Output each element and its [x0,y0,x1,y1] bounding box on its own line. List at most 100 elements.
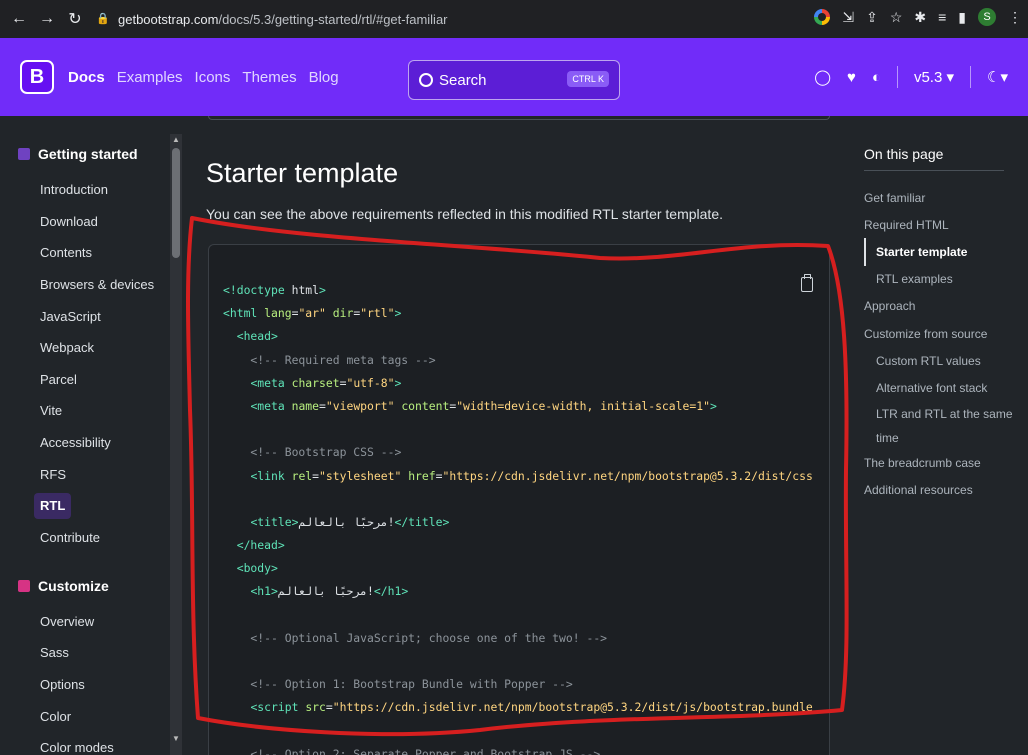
theme-toggle-moon-icon[interactable]: ☾▾ [987,68,1008,86]
code-line: <meta charset="utf-8"> [250,375,402,390]
search-label: Search [439,71,487,89]
profile-avatar[interactable]: S [978,8,996,26]
address-bar[interactable]: 🔒 getbootstrap.com/docs/5.3/getting-star… [96,6,796,32]
side-panel-icon[interactable]: ▮ [958,9,966,26]
nav-docs[interactable]: Docs [68,69,105,86]
extensions-puzzle-icon[interactable]: ✱ [914,9,926,26]
previous-code-box [208,116,830,120]
sidebar-scrollbar[interactable]: ▲ ▼ [170,134,182,755]
code-line: <meta name="viewport" content="width=dev… [250,398,717,413]
code-line: <body> [236,561,278,576]
page-section-title: Starter template [206,158,399,188]
version-dropdown[interactable]: v5.3 ▾ [914,68,954,86]
sidebar-item-download[interactable]: Download [34,206,182,238]
toc-link-alternative-font-stack[interactable]: Alternative font stack [864,374,1014,401]
search-icon [419,73,433,87]
bootstrap-logo[interactable]: B [20,60,54,94]
sidebar-item-javascript[interactable]: JavaScript [34,300,182,332]
bookmark-star-icon[interactable]: ☆ [890,9,903,26]
sidebar-group-getting-started[interactable]: Getting started [18,146,182,162]
sidebar-item-rtl[interactable]: RTL [34,492,72,519]
code-line: <!doctype html> [223,283,326,297]
code-block: <!doctype html> <html lang="ar" dir="rtl"… [208,244,830,755]
code-line: <!-- Option 1: Bootstrap Bundle with Pop… [223,677,573,692]
code-line: <!-- Optional JavaScript; choose one of … [223,630,608,645]
toc-link-additional-resources[interactable]: Additional resources [864,477,1014,504]
code-line: <h1>مرحبًا بالعالم!</h1> [250,584,409,599]
code-content: <!doctype html> <html lang="ar" dir="rtl"… [223,279,813,755]
sidebar-item-color[interactable]: Color [34,700,182,732]
sidebar-item-vite[interactable]: Vite [34,395,182,427]
scroll-up-icon[interactable]: ▲ [172,136,180,144]
code-line: <link rel="stylesheet" href="https://cdn… [250,468,813,483]
sidebar-item-introduction[interactable]: Introduction [34,174,182,206]
forward-arrow-icon[interactable]: → [36,8,58,30]
url-path: /docs/5.3/getting-started/rtl/#get-famil… [218,11,448,27]
back-arrow-icon[interactable]: ← [8,8,30,30]
opencollective-icon[interactable]: ◐ [872,69,881,86]
sidebar-item-sass[interactable]: Sass [34,637,182,669]
toc-link-rtl-examples[interactable]: RTL examples [864,266,1014,293]
code-line: </head> [236,538,285,553]
sidebar-item-overview[interactable]: Overview [34,606,182,638]
sidebar-item-options[interactable]: Options [34,669,182,701]
site-navbar: B Docs Examples Icons Themes Blog Search… [0,38,1028,116]
lock-icon: 🔒 [96,13,110,25]
sidebar-item-webpack[interactable]: Webpack [34,332,182,364]
chrome-menu-icon[interactable]: ⋮ [1008,9,1022,26]
search-button[interactable]: Search CTRL K [408,60,620,100]
sidebar-item-color-modes[interactable]: Color modes [34,732,182,755]
section-description: You can see the above requirements refle… [206,206,723,222]
sidebar-item-accessibility[interactable]: Accessibility [34,427,182,459]
sidebar-item-browsers-devices[interactable]: Browsers & devices [34,269,182,301]
search-shortcut: CTRL K [567,71,609,87]
share-icon[interactable]: ⇪ [866,9,878,26]
navbar-divider [970,66,972,88]
sidebar-item-contribute[interactable]: Contribute [34,522,182,554]
nav-themes[interactable]: Themes [242,69,296,86]
reading-list-icon[interactable]: ≡ [938,9,946,25]
toc-link-approach[interactable]: Approach [864,293,1014,320]
palette-icon [18,579,30,592]
toc-link-required-html[interactable]: Required HTML [864,211,1014,238]
install-icon[interactable]: ⇲ [842,9,854,26]
toc-title: On this page [864,146,944,162]
scrollbar-thumb[interactable] [172,148,180,258]
sidebar-item-rfs[interactable]: RFS [34,458,182,490]
github-icon[interactable]: ◯ [814,68,831,86]
toc-link-customize-from-source[interactable]: Customize from source [864,320,1014,347]
nav-blog[interactable]: Blog [309,69,339,86]
code-line: <!-- Bootstrap CSS --> [223,445,402,460]
reload-icon[interactable]: ↻ [64,8,86,30]
code-line: <!-- Required meta tags --> [223,352,436,367]
code-line: <!-- Option 2: Separate Popper and Boots… [223,746,601,755]
browser-toolbar: ← → ↻ 🔒 getbootstrap.com/docs/5.3/gettin… [0,0,1028,38]
google-lens-icon[interactable] [814,9,831,25]
main-content: Starter template You can see the above r… [182,116,850,755]
toc-divider [864,170,1004,171]
url-host: getbootstrap.com [118,11,219,27]
nav-icons[interactable]: Icons [195,69,231,86]
toc-link-starter-template[interactable]: Starter template [864,238,1014,266]
toc-link-custom-rtl-values[interactable]: Custom RTL values [864,347,1014,374]
code-line: <title>مرحبًا بالعالم!</title> [250,514,450,529]
book-icon [18,148,30,160]
sidebar-item-contents[interactable]: Contents [34,237,182,269]
nav-examples[interactable]: Examples [117,69,183,86]
twitter-icon[interactable]: ♥ [847,69,856,86]
code-line: <html lang="ar" dir="rtl"> [223,306,402,321]
sidebar-group-customize[interactable]: Customize [18,578,182,594]
toc-link-ltr-and-rtl-at-the-same-time[interactable]: LTR and RTL at the same time [864,402,1014,450]
scroll-down-icon[interactable]: ▼ [172,735,180,743]
toc-link-the-breadcrumb-case[interactable]: The breadcrumb case [864,450,1014,477]
docs-sidebar: Getting started Introduction Download Cont… [0,116,182,755]
sidebar-item-parcel[interactable]: Parcel [34,364,182,396]
toc-link-get-familiar[interactable]: Get familiar [864,184,1014,211]
code-line: <script src="https://cdn.jsdelivr.net/np… [250,700,813,715]
navbar-divider [896,66,898,88]
code-line: <head> [236,329,278,344]
